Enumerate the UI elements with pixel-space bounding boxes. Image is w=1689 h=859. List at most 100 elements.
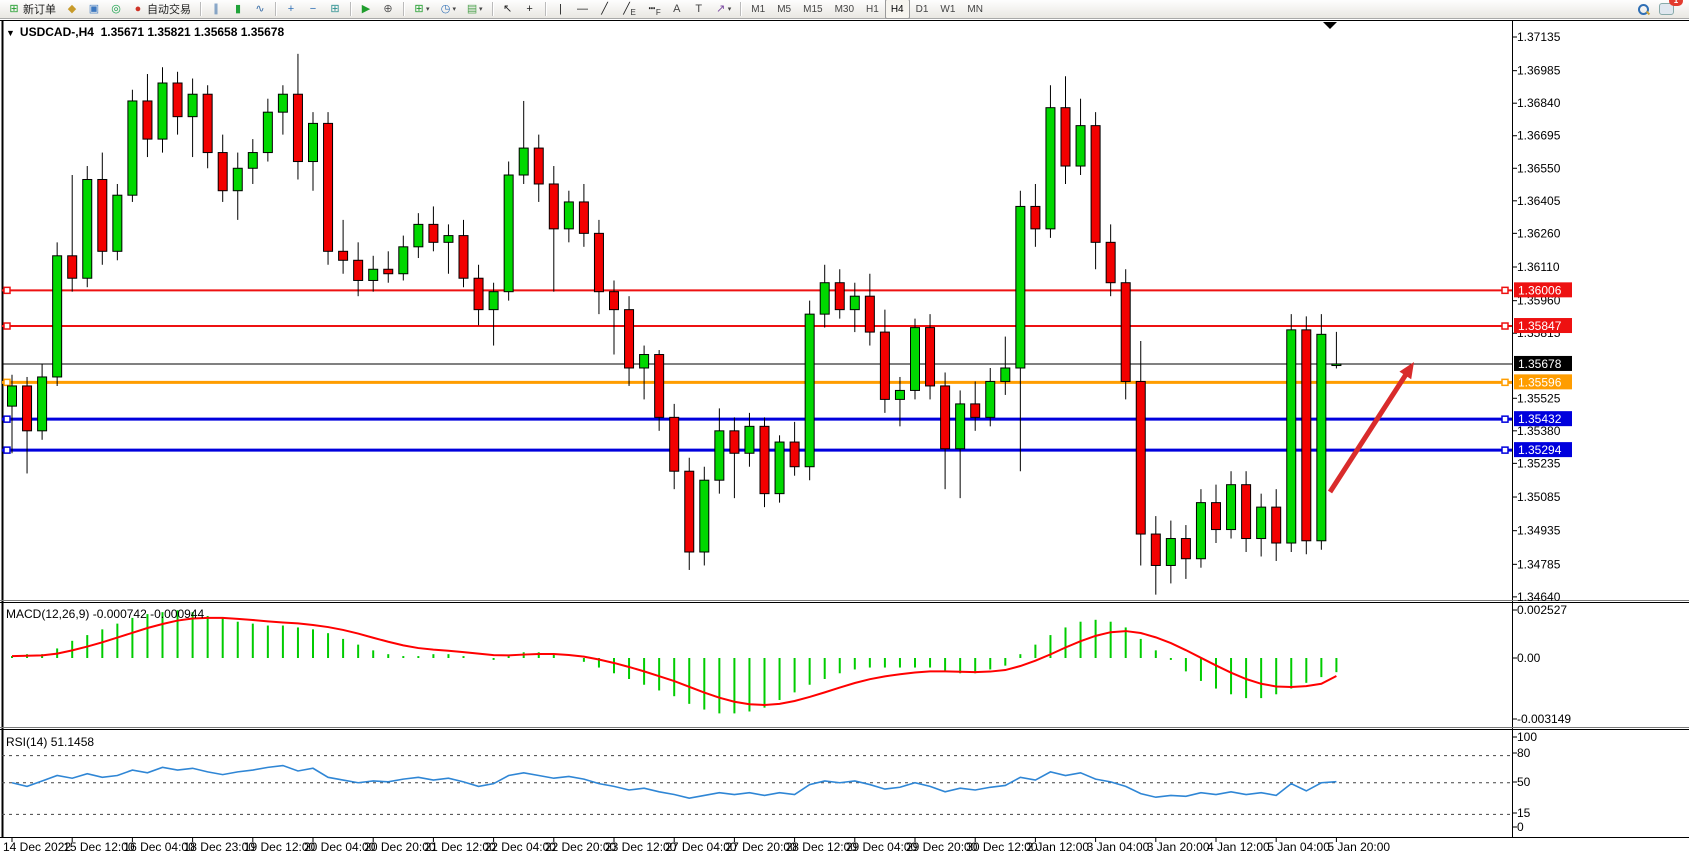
rsi-value: 51.1458 [51, 735, 94, 749]
tile-windows-button[interactable]: ⊞ [325, 0, 345, 18]
hline-handle[interactable] [1502, 379, 1508, 385]
candle-body [610, 292, 619, 310]
cursor-plus-button[interactable]: ⊕ [378, 0, 398, 18]
bar-chart-button[interactable]: ∥ [206, 0, 226, 18]
line-chart-icon: ∿ [254, 3, 266, 15]
timeframe-button-h1[interactable]: H1 [860, 0, 885, 19]
candle-body [324, 123, 333, 251]
timeframe-button-m30[interactable]: M30 [829, 0, 860, 19]
autotrade-button[interactable]: ●自动交易 [128, 0, 195, 18]
eraser-button[interactable]: ◆ [62, 0, 82, 18]
chevron-down-icon: ▾ [728, 5, 732, 13]
eraser-icon: ◆ [66, 3, 78, 15]
zoom-in-button[interactable]: + [281, 0, 301, 18]
zoom-out-button[interactable]: − [303, 0, 323, 18]
channel-button[interactable]: ╱E [617, 0, 640, 18]
candle-body [640, 355, 649, 368]
timeframe-button-h4[interactable]: H4 [885, 0, 910, 19]
candle-body [23, 386, 32, 431]
candle-body [399, 247, 408, 274]
zoom-out-icon: − [307, 3, 319, 15]
candle-body [248, 153, 257, 169]
arrows-button[interactable]: ↗▾ [711, 0, 736, 18]
chevron-down-icon[interactable]: ▼ [6, 28, 15, 38]
arrows-icon: ↗ [715, 3, 727, 15]
price-tag-text: 1.36006 [1518, 283, 1562, 297]
timeframe-button-m15[interactable]: M15 [797, 0, 828, 19]
hline-handle[interactable] [1502, 447, 1508, 453]
candle-body [429, 224, 438, 242]
search-button[interactable] [1634, 0, 1653, 18]
timeframe-button-w1[interactable]: W1 [934, 0, 961, 19]
hline-handle[interactable] [1502, 416, 1508, 422]
hline-button[interactable]: — [573, 0, 593, 18]
candle-chart-button[interactable]: ▮ [228, 0, 248, 18]
toolbar-separator [403, 2, 404, 16]
timeframe-button-m1[interactable]: M1 [745, 0, 771, 19]
indicator-play-button[interactable]: ▶ [356, 0, 376, 18]
price-tick-label: 1.36260 [1517, 226, 1561, 240]
profile-icon: ▣ [88, 3, 100, 15]
chevron-down-icon: ▾ [479, 5, 483, 13]
new-order-button[interactable]: ⊞新订单 [4, 0, 60, 18]
chart-profile-button[interactable]: ▤▾ [462, 0, 487, 18]
fibo-button[interactable]: ┅F [642, 0, 665, 18]
new-chart-button[interactable]: ⊞▾ [409, 0, 434, 18]
hline-handle[interactable] [4, 416, 10, 422]
candle-body [293, 94, 302, 161]
hline-handle[interactable] [4, 287, 10, 293]
candle-body [128, 101, 137, 195]
price-tag-text: 1.35294 [1518, 443, 1562, 457]
candle-body [188, 94, 197, 116]
hline-handle[interactable] [4, 447, 10, 453]
candle-body [579, 202, 588, 233]
candle-body [956, 404, 965, 449]
profile-button[interactable]: ▣ [84, 0, 104, 18]
line-chart-button[interactable]: ∿ [250, 0, 270, 18]
candle-body [760, 426, 769, 493]
candle-body [549, 184, 558, 229]
timeframe-button-d1[interactable]: D1 [910, 0, 935, 19]
candle-body [1076, 126, 1085, 166]
time-axis-label: 3 Jan 20:00 [1147, 840, 1210, 854]
candle-body [98, 179, 107, 251]
chart-canvas[interactable]: 0.0025270.00-0.00314910080501501.371351.… [0, 19, 1689, 859]
period-clock-button[interactable]: ◷▾ [436, 0, 461, 18]
candle-body [309, 123, 318, 161]
text-button[interactable]: A [667, 0, 687, 18]
timeframe-button-mn[interactable]: MN [961, 0, 989, 19]
candle-body [880, 332, 889, 399]
hline-handle[interactable] [4, 379, 10, 385]
signal-button[interactable]: ◎ [106, 0, 126, 18]
hline-icon: — [577, 3, 589, 15]
candle-body [1302, 330, 1311, 541]
vline-button[interactable]: | [551, 0, 571, 18]
candle-body [459, 236, 468, 279]
trendline-button[interactable]: ╱ [595, 0, 615, 18]
price-tag-text: 1.35847 [1518, 319, 1562, 333]
candle-body [715, 431, 724, 480]
candle-body [534, 148, 543, 184]
candle-body [971, 404, 980, 417]
notifications-button[interactable]: 1 [1655, 0, 1678, 18]
candle-body [790, 442, 799, 467]
price-tick-label: 1.36840 [1517, 96, 1561, 110]
timeframe-button-m5[interactable]: M5 [771, 0, 797, 19]
candle-body [1031, 206, 1040, 228]
candle-body [670, 417, 679, 471]
time-axis-label: 5 Jan 20:00 [1327, 840, 1390, 854]
toolbar-separator [350, 2, 351, 16]
label-button[interactable]: T [689, 0, 709, 18]
hline-handle[interactable] [1502, 287, 1508, 293]
hline-handle[interactable] [1502, 323, 1508, 329]
price-tick-label: 1.37135 [1517, 30, 1561, 44]
cursor-button[interactable]: ↖ [498, 0, 518, 18]
candle-body [339, 251, 348, 260]
chart-area[interactable]: 0.0025270.00-0.00314910080501501.371351.… [0, 19, 1689, 855]
main-toolbar: ⊞新订单◆▣◎●自动交易∥▮∿+−⊞▶⊕⊞▾◷▾▤▾↖+|—╱╱E┅FAT↗▾M… [0, 0, 1689, 19]
candle-body [519, 148, 528, 175]
hline-handle[interactable] [4, 323, 10, 329]
toolbar-separator [275, 2, 276, 16]
crosshair-button[interactable]: + [520, 0, 540, 18]
candle-body [986, 381, 995, 417]
